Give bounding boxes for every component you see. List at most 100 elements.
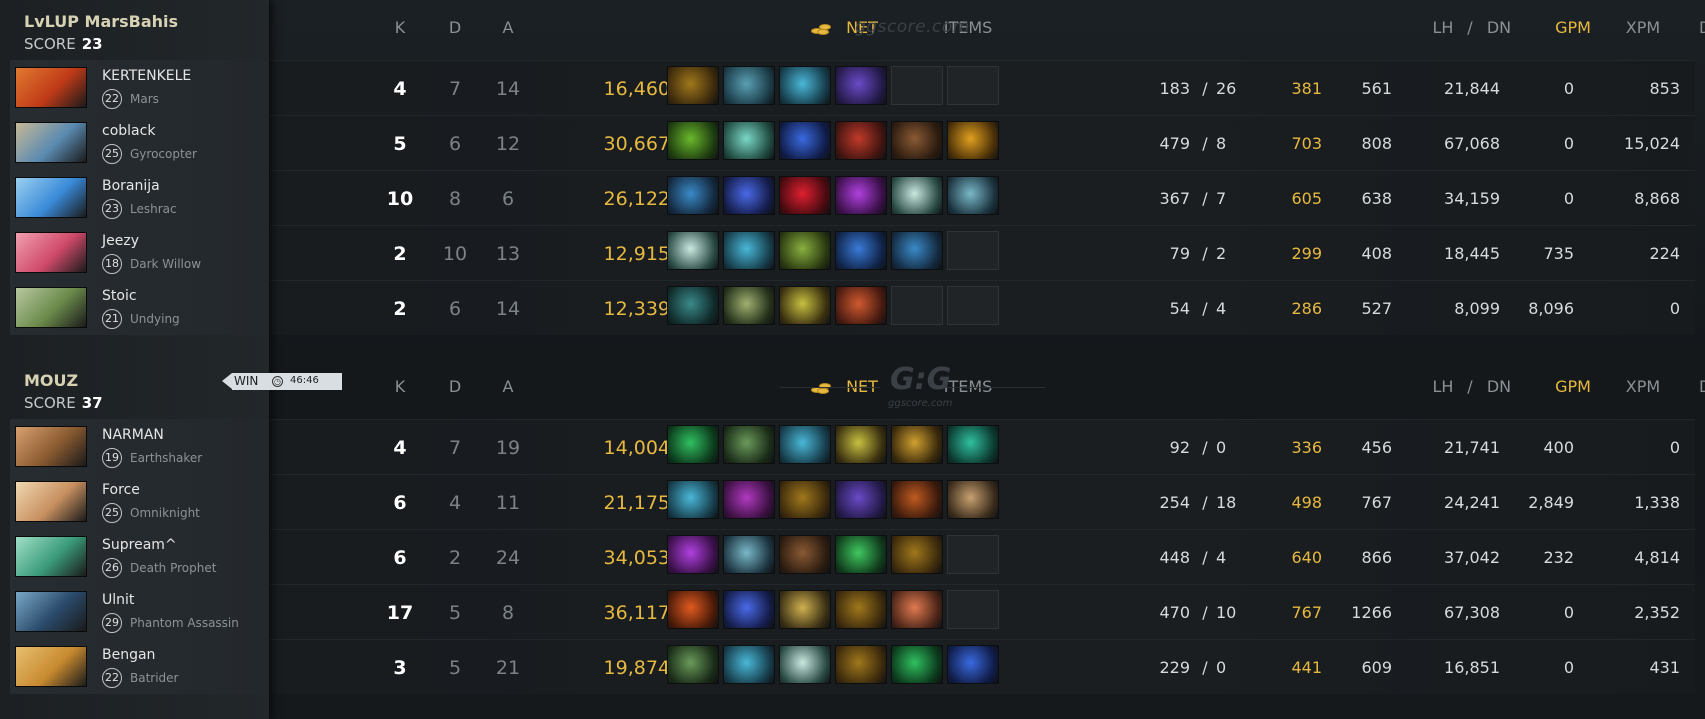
player-name[interactable]: KERTENKELE xyxy=(102,68,191,84)
item-icon[interactable] xyxy=(835,66,887,105)
item-icon[interactable] xyxy=(947,121,999,160)
item-icon[interactable] xyxy=(779,535,831,574)
gold-per-minute: 286 xyxy=(1291,299,1322,318)
item-icon[interactable] xyxy=(779,480,831,519)
item-icon[interactable] xyxy=(779,121,831,160)
player-card[interactable]: Bengan 22 Batrider xyxy=(10,639,268,694)
item-icon[interactable] xyxy=(779,425,831,464)
player-card[interactable]: Boranija 23 Leshrac xyxy=(10,170,268,225)
item-icon[interactable] xyxy=(723,231,775,270)
item-icon[interactable] xyxy=(947,425,999,464)
item-icon[interactable] xyxy=(667,535,719,574)
player-name[interactable]: Bengan xyxy=(102,647,155,663)
item-icon[interactable] xyxy=(891,425,943,464)
item-icon[interactable] xyxy=(723,66,775,105)
item-icon[interactable] xyxy=(667,176,719,215)
item-icon[interactable] xyxy=(835,121,887,160)
item-icon[interactable] xyxy=(723,535,775,574)
hero-portrait xyxy=(15,67,87,108)
item-icon[interactable] xyxy=(835,645,887,684)
player-card[interactable]: Ulnit 29 Phantom Assassin xyxy=(10,584,268,639)
player-name[interactable]: Force xyxy=(102,482,140,498)
player-stats-row: 4 7 14 16,460 183 / 26 381 561 21,844 0 853 xyxy=(270,60,1695,115)
item-icon[interactable] xyxy=(667,66,719,105)
item-icon[interactable] xyxy=(891,645,943,684)
kills: 4 xyxy=(393,437,407,459)
item-icon[interactable] xyxy=(835,286,887,325)
item-icon[interactable] xyxy=(891,231,943,270)
header-assists: A xyxy=(502,377,514,396)
assists: 11 xyxy=(495,492,521,514)
item-icon[interactable] xyxy=(835,231,887,270)
item-icon[interactable] xyxy=(947,176,999,215)
hero-portrait xyxy=(15,591,87,632)
player-card[interactable]: KERTENKELE 22 Mars xyxy=(10,60,268,115)
kills: 5 xyxy=(393,133,407,155)
xp-per-minute: 456 xyxy=(1361,438,1392,457)
item-icon[interactable] xyxy=(835,425,887,464)
item-icon[interactable] xyxy=(779,66,831,105)
item-icon[interactable] xyxy=(779,590,831,629)
header-kills: K xyxy=(394,18,406,37)
player-card[interactable]: NARMAN 19 Earthshaker xyxy=(10,419,268,474)
player-name[interactable]: Boranija xyxy=(102,178,160,194)
item-icon[interactable] xyxy=(667,121,719,160)
item-icon[interactable] xyxy=(667,231,719,270)
item-icon[interactable] xyxy=(723,645,775,684)
header-last-hits: LH xyxy=(1432,18,1454,37)
hero-name: Dark Willow xyxy=(130,257,202,271)
last-hits: 470 xyxy=(1159,603,1190,622)
player-name[interactable]: NARMAN xyxy=(102,427,164,443)
hero-level-badge: 21 xyxy=(102,309,122,329)
item-icon[interactable] xyxy=(723,121,775,160)
deaths: 6 xyxy=(448,298,462,320)
scoreboard: LvLUP MarsBahis SCORE 23 MOUZ SCORE 37 KER… xyxy=(0,0,1705,719)
item-icon[interactable] xyxy=(723,286,775,325)
hero-level-badge: 25 xyxy=(102,144,122,164)
hero-name: Earthshaker xyxy=(130,451,203,465)
item-icon[interactable] xyxy=(667,645,719,684)
item-icon[interactable] xyxy=(667,590,719,629)
item-icon[interactable] xyxy=(891,590,943,629)
player-name[interactable]: Jeezy xyxy=(102,233,139,249)
item-icon[interactable] xyxy=(779,176,831,215)
player-name[interactable]: Ulnit xyxy=(102,592,134,608)
player-card[interactable]: coblack 25 Gyrocopter xyxy=(10,115,268,170)
header-deaths: D xyxy=(448,18,462,37)
item-icon[interactable] xyxy=(835,535,887,574)
item-icon[interactable] xyxy=(723,176,775,215)
item-icon[interactable] xyxy=(947,480,999,519)
tower-damage: 15,024 xyxy=(1624,134,1680,153)
item-icon[interactable] xyxy=(723,590,775,629)
item-icon[interactable] xyxy=(779,286,831,325)
player-name[interactable]: Stoic xyxy=(102,288,137,304)
player-name[interactable]: Supream^ xyxy=(102,537,177,553)
player-card[interactable]: Force 25 Omniknight xyxy=(10,474,268,529)
item-icon[interactable] xyxy=(835,480,887,519)
match-duration: 46:46 xyxy=(290,375,319,386)
hero-level-badge: 29 xyxy=(102,613,122,633)
item-icon[interactable] xyxy=(667,425,719,464)
player-name[interactable]: coblack xyxy=(102,123,155,139)
hero-portrait xyxy=(15,646,87,687)
last-hits: 79 xyxy=(1169,244,1190,263)
item-icon[interactable] xyxy=(667,286,719,325)
item-icon[interactable] xyxy=(891,480,943,519)
item-icon[interactable] xyxy=(891,535,943,574)
item-icon[interactable] xyxy=(667,480,719,519)
item-icon[interactable] xyxy=(891,121,943,160)
item-icon[interactable] xyxy=(891,176,943,215)
item-icon[interactable] xyxy=(779,231,831,270)
healing: 0 xyxy=(1563,658,1574,677)
assists: 14 xyxy=(495,298,521,320)
item-icon[interactable] xyxy=(779,645,831,684)
item-icon[interactable] xyxy=(947,645,999,684)
player-card[interactable]: Supream^ 26 Death Prophet xyxy=(10,529,268,584)
player-card[interactable]: Jeezy 18 Dark Willow xyxy=(10,225,268,280)
gold-per-minute: 441 xyxy=(1291,658,1322,677)
item-icon[interactable] xyxy=(723,425,775,464)
player-card[interactable]: Stoic 21 Undying xyxy=(10,280,268,335)
item-icon[interactable] xyxy=(835,590,887,629)
item-icon[interactable] xyxy=(723,480,775,519)
item-icon[interactable] xyxy=(835,176,887,215)
